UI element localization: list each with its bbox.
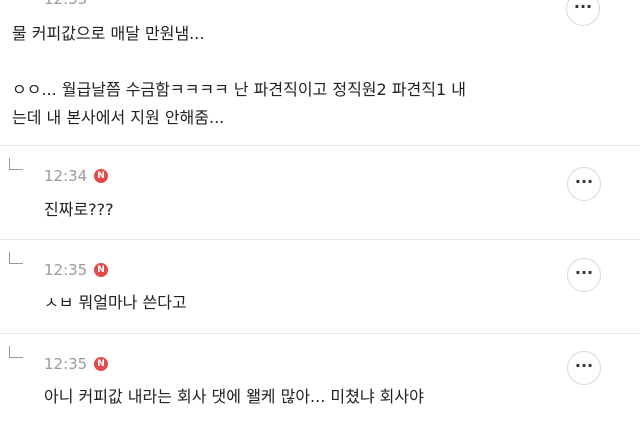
- more-icon: ···: [574, 263, 594, 282]
- new-badge-icon: N: [94, 357, 108, 371]
- reply-time: 12:34: [44, 167, 88, 185]
- new-badge-icon: N: [94, 169, 108, 183]
- divider: [0, 239, 640, 240]
- more-options-button[interactable]: ···: [566, 0, 600, 26]
- divider: [0, 333, 640, 334]
- reply-time: 12:35: [44, 261, 88, 279]
- reply-text: 아니 커피값 내라는 회사 댓에 왤케 많아... 미쳤냐 회사야: [44, 387, 424, 406]
- more-icon: ···: [574, 356, 594, 375]
- more-options-button[interactable]: ···: [567, 351, 601, 385]
- reply-text: ㅅㅂ 뭐얼마나 쓴다고: [44, 293, 187, 312]
- comment-time: 12:33: [44, 0, 87, 8]
- reply-time: 12:35: [44, 355, 88, 373]
- reply-arrow-icon: [9, 158, 23, 170]
- reply-arrow-icon: [9, 346, 23, 358]
- reply-arrow-icon: [9, 252, 23, 264]
- more-icon: ···: [573, 0, 593, 16]
- more-icon: ···: [574, 172, 594, 191]
- more-options-button[interactable]: ···: [567, 258, 601, 292]
- more-options-button[interactable]: ···: [567, 167, 601, 201]
- comment-text-line: 물 커피값으로 매달 만원냄...: [12, 24, 205, 43]
- divider: [0, 145, 640, 146]
- reply-text: 진짜로???: [44, 200, 114, 219]
- comment-text-line: ㅇㅇ... 월급날쯤 수금함ㅋㅋㅋㅋ 난 파견직이고 정직원2 파견직1 내: [12, 80, 466, 99]
- new-badge-icon: N: [94, 263, 108, 277]
- comment-text-line: 는데 내 본사에서 지원 안해줌...: [12, 108, 225, 127]
- comment-thread: 12:33 ··· 물 커피값으로 매달 만원냄... ㅇㅇ... 월급날쯤 수…: [0, 0, 640, 424]
